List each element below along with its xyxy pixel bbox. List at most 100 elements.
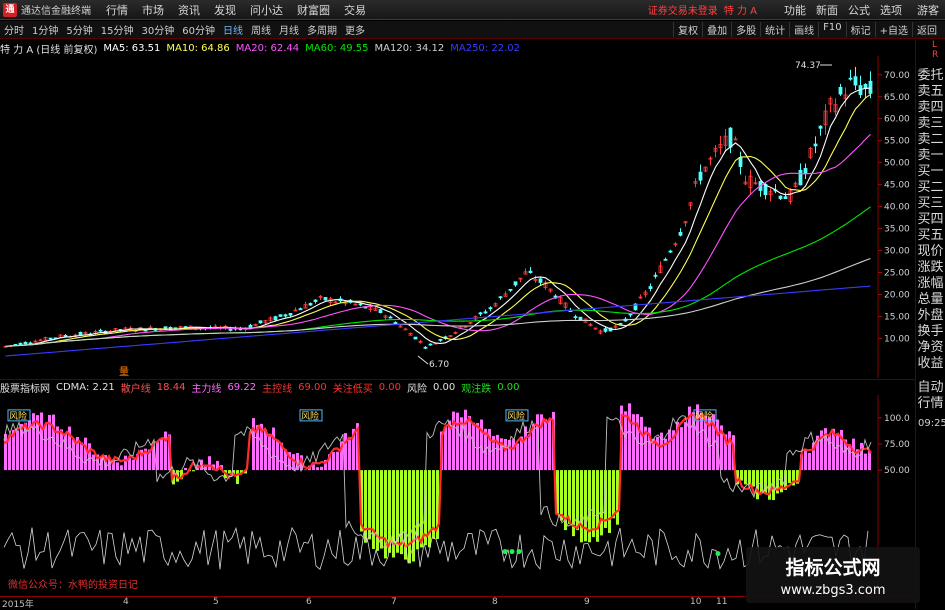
retail-bar — [596, 470, 599, 542]
candle-down — [679, 232, 682, 235]
candle-down — [324, 297, 327, 300]
menu-discover[interactable]: 发现 — [207, 2, 243, 18]
main-force-bar — [304, 469, 307, 470]
adjust-button[interactable]: 复权 — [673, 22, 702, 37]
menu-wealth[interactable]: 财富圈 — [290, 2, 337, 18]
tab-60min[interactable]: 60分钟 — [178, 22, 219, 37]
main-force-bar — [160, 439, 163, 470]
candle-down — [664, 259, 667, 260]
candle-down — [539, 279, 542, 283]
panel-item: 收益 — [916, 356, 945, 372]
price-label: 60.00 — [884, 115, 910, 125]
menu-trade[interactable]: 交易 — [337, 2, 373, 18]
tab-15min[interactable]: 15分钟 — [97, 22, 138, 37]
main-force-bar — [60, 429, 63, 470]
menu-ask-xiaoda[interactable]: 问小达 — [243, 2, 290, 18]
retail-bar — [752, 470, 755, 486]
candle-down — [779, 196, 782, 199]
candle-down — [229, 329, 232, 331]
main-force-bar — [476, 423, 479, 470]
menu-quotes[interactable]: 行情 — [99, 2, 135, 18]
quotes-toggle[interactable]: 行情 — [916, 396, 945, 412]
candle-down — [839, 87, 842, 94]
candle-down — [284, 315, 287, 316]
multi-stock-button[interactable]: 多股 — [731, 22, 760, 37]
price-label: 55.00 — [884, 137, 910, 147]
risk-label: 风险 — [301, 410, 319, 422]
retail-bar — [748, 470, 751, 485]
candle-down — [604, 329, 607, 332]
quote-side-panel: L R 委托 卖五 卖四 卖三 卖二 卖一 买一 买二 买三 买四 买五 现价 … — [915, 40, 945, 609]
candlestick-chart[interactable]: 70.0065.0060.0055.0050.0045.0040.0035.00… — [0, 56, 915, 378]
main-force-bar — [316, 467, 319, 470]
period-toolbar: 分时 1分钟 5分钟 15分钟 30分钟 60分钟 日线 周线 月线 多周期 更… — [0, 21, 945, 39]
low-pointer — [418, 356, 428, 364]
f10-button[interactable]: F10 — [818, 22, 845, 37]
tab-daily[interactable]: 日线 — [219, 22, 247, 37]
menu-functions[interactable]: 功能 — [779, 2, 811, 18]
draw-line-button[interactable]: 画线 — [789, 22, 818, 37]
menu-market[interactable]: 市场 — [135, 2, 171, 18]
candle-down — [864, 84, 867, 88]
login-status[interactable]: 证券交易未登录 — [648, 2, 718, 17]
candle-down — [289, 313, 292, 315]
auto-toggle[interactable]: 自动 — [916, 380, 945, 396]
risk-label: 风险 — [695, 410, 713, 422]
panel-item[interactable]: 委托 — [916, 68, 945, 84]
buy-signal-dot — [716, 551, 721, 556]
candle-down — [24, 342, 27, 344]
tab-more[interactable]: 更多 — [341, 22, 369, 37]
stats-button[interactable]: 统计 — [760, 22, 789, 37]
price-label: 65.00 — [884, 93, 910, 103]
ma10-value: MA10: 64.86 — [166, 43, 229, 54]
indicator-name[interactable]: 股票指标网 — [0, 380, 50, 395]
back-button[interactable]: 返回 — [912, 22, 941, 37]
tab-multi-period[interactable]: 多周期 — [303, 22, 341, 37]
main-value: 69.22 — [227, 382, 256, 393]
menu-options[interactable]: 选项 — [875, 2, 907, 18]
tab-intraday[interactable]: 分时 — [0, 22, 28, 37]
add-watchlist-button[interactable]: +自选 — [875, 22, 912, 37]
tab-5min[interactable]: 5分钟 — [62, 22, 96, 37]
tab-monthly[interactable]: 月线 — [275, 22, 303, 37]
guest-user[interactable]: 游客 — [917, 2, 939, 18]
date-label: 2015年 — [2, 597, 34, 610]
date-label: 10 — [690, 597, 701, 607]
retail-bar — [740, 470, 743, 480]
retail-bar — [592, 470, 595, 537]
candle-down — [79, 332, 82, 334]
menu-news[interactable]: 资讯 — [171, 2, 207, 18]
main-force-bar — [116, 462, 119, 470]
mark-button[interactable]: 标记 — [846, 22, 875, 37]
tab-30min[interactable]: 30分钟 — [137, 22, 178, 37]
ma60-value: MA60: 49.55 — [305, 43, 368, 54]
menu-formula[interactable]: 公式 — [843, 2, 875, 18]
date-label: 8 — [492, 597, 498, 607]
price-label: 10.00 — [884, 334, 910, 344]
main-force-bar — [84, 438, 87, 470]
panel-item: 卖一 — [916, 148, 945, 164]
main-force-bar — [336, 452, 339, 470]
candle-down — [739, 158, 742, 167]
risk-label: 风险 — [407, 380, 427, 395]
tab-1min[interactable]: 1分钟 — [28, 22, 62, 37]
main-force-bar — [40, 412, 43, 470]
risk-label: 风险 — [9, 410, 27, 422]
main-force-bar — [860, 443, 863, 470]
main-force-bar — [272, 428, 275, 471]
candle-down — [489, 308, 492, 309]
panel-item: 买一 — [916, 164, 945, 180]
retail-bar — [372, 470, 375, 549]
watermark-title: 指标公式网 — [746, 553, 920, 580]
panel-item: 换手 — [916, 324, 945, 340]
main-force-bar — [348, 439, 351, 470]
tab-weekly[interactable]: 周线 — [247, 22, 275, 37]
main-label: 主力线 — [191, 380, 221, 395]
candle-down — [669, 251, 672, 252]
footer-note: 微信公众号：水鸭的投资日记 — [8, 576, 138, 591]
main-line-value: 69.00 — [298, 382, 327, 393]
overlay-button[interactable]: 叠加 — [702, 22, 731, 37]
candle-down — [499, 297, 502, 298]
candle-down — [784, 197, 787, 199]
menu-new-page[interactable]: 新面 — [811, 2, 843, 18]
